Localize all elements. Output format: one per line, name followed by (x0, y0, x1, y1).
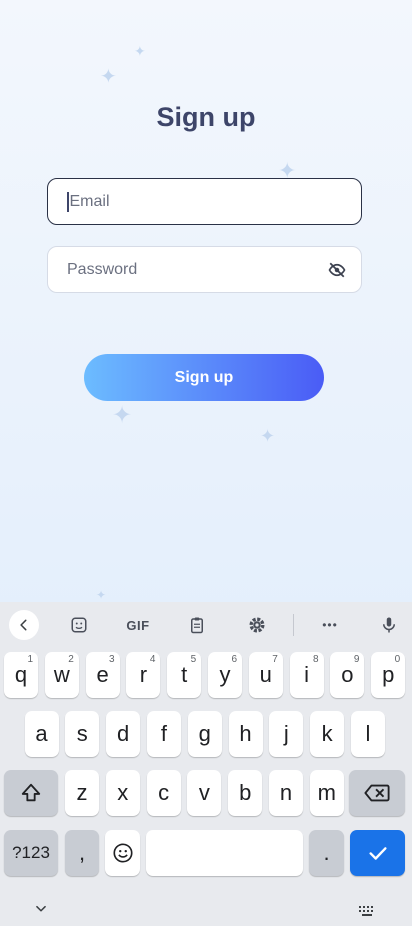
emoji-key[interactable] (105, 830, 140, 876)
key-r[interactable]: r4 (126, 652, 161, 698)
key-q[interactable]: q1 (4, 652, 38, 698)
key-y[interactable]: y6 (208, 652, 242, 698)
period-key[interactable]: . (309, 830, 344, 876)
key-u[interactable]: u7 (248, 652, 283, 698)
key-e[interactable]: e3 (85, 652, 120, 698)
emoji-icon (112, 843, 133, 863)
email-placeholder: Email (69, 192, 110, 210)
backspace-icon (364, 784, 390, 802)
keyboard-toolbar: GIF ••• (0, 602, 412, 648)
key-x[interactable]: x (105, 770, 140, 816)
sticker-icon[interactable] (64, 610, 94, 640)
key-v[interactable]: v (187, 770, 222, 816)
key-b[interactable]: b (228, 770, 263, 816)
comma-key[interactable]: , (65, 830, 99, 876)
chevron-left-icon[interactable] (9, 610, 39, 640)
eye-off-icon[interactable] (328, 261, 346, 279)
key-o[interactable]: o9 (330, 652, 365, 698)
key-t[interactable]: t5 (167, 652, 202, 698)
sparkle-icon: ✦ (134, 43, 146, 59)
check-icon (368, 847, 387, 860)
password-field[interactable]: Password (47, 246, 362, 293)
enter-key[interactable] (350, 830, 405, 876)
key-p[interactable]: p0 (371, 652, 406, 698)
key-c[interactable]: c (146, 770, 181, 816)
keyboard-icon[interactable] (358, 905, 376, 917)
space-key[interactable] (146, 830, 303, 876)
sign-up-button[interactable]: Sign up (84, 354, 324, 401)
key-m[interactable]: m (309, 770, 344, 816)
mic-icon[interactable] (374, 610, 404, 640)
shift-key[interactable] (4, 770, 58, 816)
email-field[interactable]: Email (47, 178, 362, 225)
key-g[interactable]: g (187, 711, 222, 757)
sparkle-icon: ✦ (96, 588, 107, 602)
key-k[interactable]: k (310, 711, 345, 757)
page-title: Sign up (156, 102, 256, 132)
key-h[interactable]: h (228, 711, 263, 757)
password-placeholder: Password (67, 260, 138, 278)
text-caret (67, 191, 69, 212)
shift-icon (21, 783, 41, 802)
key-a[interactable]: a (24, 711, 59, 757)
key-n[interactable]: n (269, 770, 303, 816)
backspace-key[interactable] (349, 770, 405, 816)
sparkle-icon: ✦ (260, 426, 276, 446)
chevron-down-icon[interactable] (34, 902, 48, 916)
more-icon[interactable]: ••• (315, 610, 345, 640)
key-s[interactable]: s (65, 711, 100, 757)
gif-label: GIF (126, 617, 150, 633)
key-d[interactable]: d (106, 711, 141, 757)
sparkle-icon: ✦ (100, 66, 117, 88)
key-z[interactable]: z (65, 770, 99, 816)
gear-icon[interactable] (242, 610, 272, 640)
sparkle-icon: ✦ (112, 402, 133, 429)
symbols-key[interactable]: ?123 (4, 830, 58, 876)
key-l[interactable]: l (350, 711, 385, 757)
on-screen-keyboard: GIF ••• q1w2e3r4t5y6u7i8o9p0 asdfghjkl z… (0, 602, 412, 926)
key-i[interactable]: i8 (289, 652, 324, 698)
gif-button[interactable]: GIF (122, 610, 154, 640)
key-j[interactable]: j (269, 711, 304, 757)
clipboard-icon[interactable] (182, 610, 212, 640)
key-w[interactable]: w2 (44, 652, 79, 698)
toolbar-divider (293, 614, 294, 636)
key-f[interactable]: f (146, 711, 181, 757)
